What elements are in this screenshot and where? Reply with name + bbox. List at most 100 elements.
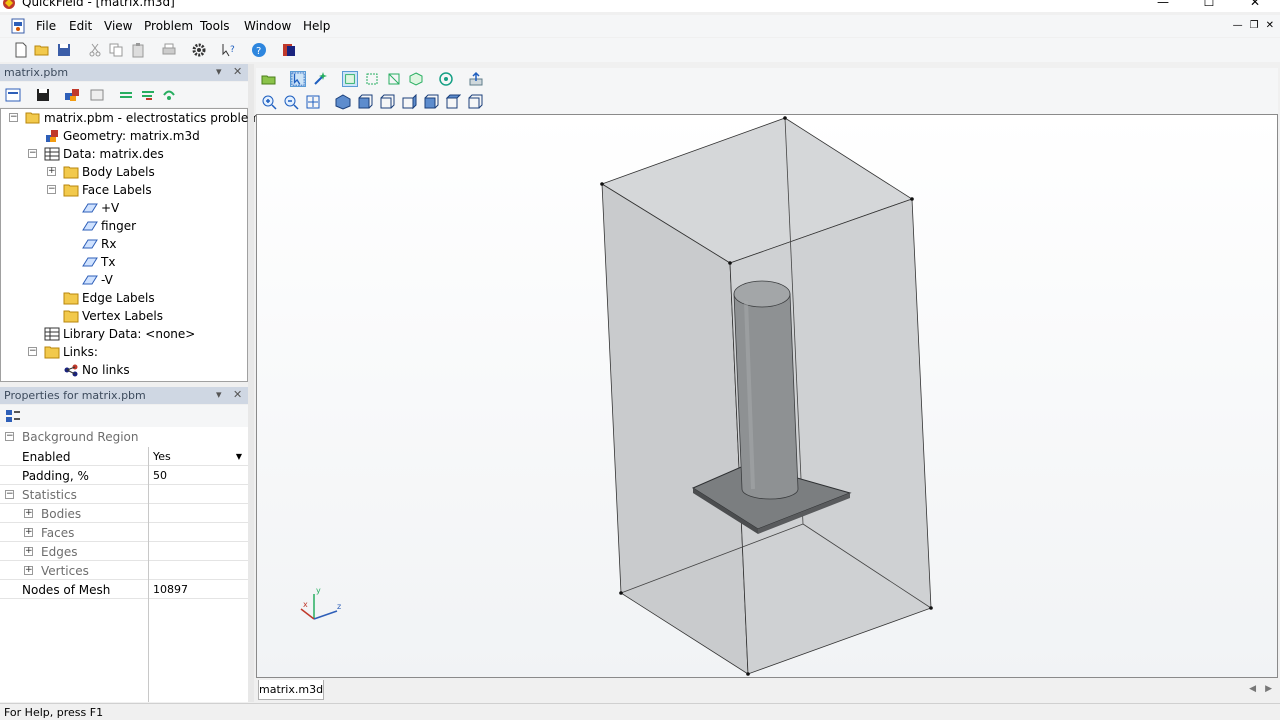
- properties-close-button[interactable]: ✕: [233, 388, 242, 401]
- select-pointer-icon[interactable]: [290, 71, 306, 87]
- panel-splitter[interactable]: [248, 64, 254, 702]
- tab-scroll-right-icon[interactable]: ▶: [1265, 684, 1272, 694]
- view-front-icon[interactable]: [357, 94, 373, 110]
- model-viewport[interactable]: y x z: [256, 114, 1278, 678]
- maximize-button[interactable]: ☐: [1186, 0, 1232, 11]
- equal-icon[interactable]: [118, 87, 134, 103]
- mdi-close-button[interactable]: ✕: [1266, 20, 1274, 31]
- save-icon[interactable]: [56, 42, 72, 58]
- prop-category-statistics[interactable]: − Statistics: [0, 485, 248, 504]
- tree-library-data[interactable]: Library Data: <none>: [44, 325, 195, 343]
- tree-face-rx[interactable]: Rx: [82, 235, 116, 253]
- save-problem-icon[interactable]: [35, 87, 51, 103]
- menu-tools[interactable]: Tools: [200, 19, 230, 33]
- prop-bodies[interactable]: + Bodies: [0, 504, 248, 523]
- tree-face-tx[interactable]: Tx: [82, 253, 115, 271]
- menu-window[interactable]: Window: [244, 19, 291, 33]
- paste-icon[interactable]: [130, 42, 146, 58]
- prop-padding[interactable]: Padding, % 50: [0, 466, 248, 485]
- export-icon[interactable]: [468, 71, 484, 87]
- prop-value[interactable]: Yes: [153, 450, 171, 463]
- tree-root[interactable]: matrix.pbm - electrostatics problem: [25, 109, 260, 127]
- expander-root[interactable]: −: [9, 113, 18, 122]
- properties-view-icon[interactable]: [5, 87, 21, 103]
- quickfield-link-icon[interactable]: [281, 42, 297, 58]
- view-back-icon[interactable]: [379, 94, 395, 110]
- dropdown-arrow-icon[interactable]: ▼: [232, 450, 246, 464]
- categorized-view-icon[interactable]: [5, 408, 21, 424]
- expand-icon[interactable]: +: [24, 528, 33, 537]
- prop-category-background[interactable]: − Background Region: [0, 427, 248, 446]
- tree-body-labels[interactable]: Body Labels: [63, 163, 155, 181]
- sort-icon[interactable]: [140, 87, 156, 103]
- tab-matrix-m3d[interactable]: matrix.m3d: [258, 680, 324, 700]
- menu-help[interactable]: Help: [303, 19, 330, 33]
- tree-face-finger[interactable]: finger: [82, 217, 136, 235]
- expander-data[interactable]: −: [28, 149, 37, 158]
- snap-target-icon[interactable]: [438, 71, 454, 87]
- expand-icon[interactable]: +: [24, 509, 33, 518]
- expand-icon[interactable]: +: [24, 547, 33, 556]
- prop-faces[interactable]: + Faces: [0, 523, 248, 542]
- view-iso-icon[interactable]: [335, 94, 351, 110]
- minimize-button[interactable]: —: [1140, 0, 1186, 11]
- expand-icon[interactable]: +: [24, 566, 33, 575]
- solve-icon[interactable]: [64, 87, 80, 103]
- select-bodies-icon[interactable]: [342, 71, 358, 87]
- tree-face-plus-v[interactable]: +V: [82, 199, 119, 217]
- tree-face-minus-v[interactable]: -V: [82, 271, 113, 289]
- prop-value[interactable]: 50: [153, 469, 167, 482]
- collapse-icon[interactable]: −: [5, 432, 14, 441]
- copy-icon[interactable]: [108, 42, 124, 58]
- context-help-icon[interactable]: ?: [221, 42, 237, 58]
- select-faces-icon[interactable]: [364, 71, 380, 87]
- tree-edge-labels[interactable]: Edge Labels: [63, 289, 155, 307]
- properties-dropdown-button[interactable]: ▾: [216, 388, 222, 401]
- tree-no-links[interactable]: No links: [63, 361, 130, 379]
- open-geometry-icon[interactable]: [261, 71, 277, 87]
- mdi-restore-button[interactable]: ❐: [1250, 20, 1259, 31]
- prop-nodes-of-mesh[interactable]: Nodes of Mesh 10897: [0, 580, 248, 599]
- view-top-icon[interactable]: [445, 94, 461, 110]
- zoom-to-fit-icon[interactable]: [305, 94, 321, 110]
- prop-edges[interactable]: + Edges: [0, 542, 248, 561]
- property-column-separator[interactable]: [148, 447, 149, 702]
- prop-enabled[interactable]: Enabled Yes ▼: [0, 447, 248, 466]
- menu-edit[interactable]: Edit: [69, 19, 92, 33]
- view-bottom-icon[interactable]: [467, 94, 483, 110]
- view-left-icon[interactable]: [401, 94, 417, 110]
- gear-icon[interactable]: [191, 42, 207, 58]
- new-file-icon[interactable]: [13, 42, 29, 58]
- expander-face-labels[interactable]: −: [47, 185, 56, 194]
- open-folder-icon[interactable]: [34, 42, 50, 58]
- menu-file[interactable]: File: [36, 19, 56, 33]
- tree-data[interactable]: Data: matrix.des: [44, 145, 164, 163]
- collapse-icon[interactable]: −: [5, 490, 14, 499]
- panel-dropdown-button[interactable]: ▾: [216, 65, 222, 78]
- expander-links[interactable]: −: [28, 347, 37, 356]
- zoom-in-icon[interactable]: [261, 94, 277, 110]
- panel-close-button[interactable]: ✕: [233, 65, 242, 78]
- cut-icon[interactable]: [87, 42, 103, 58]
- mdi-minimize-button[interactable]: —: [1233, 20, 1243, 31]
- view-right-icon[interactable]: [423, 94, 439, 110]
- tree-vertex-labels[interactable]: Vertex Labels: [63, 307, 163, 325]
- help-icon[interactable]: ?: [251, 42, 267, 58]
- magic-select-icon[interactable]: [312, 71, 328, 87]
- model-canvas[interactable]: y x z: [257, 115, 1277, 677]
- print-icon[interactable]: [161, 42, 177, 58]
- tree-geometry[interactable]: Geometry: matrix.m3d: [44, 127, 200, 145]
- tree-links[interactable]: Links:: [44, 343, 98, 361]
- analyze-icon[interactable]: [89, 87, 105, 103]
- select-vertices-icon[interactable]: [408, 71, 424, 87]
- select-edges-icon[interactable]: [386, 71, 402, 87]
- prop-vertices[interactable]: + Vertices: [0, 561, 248, 580]
- tree-face-labels[interactable]: Face Labels: [63, 181, 152, 199]
- zoom-out-icon[interactable]: [283, 94, 299, 110]
- tab-scroll-left-icon[interactable]: ◀: [1249, 684, 1256, 694]
- menu-view[interactable]: View: [104, 19, 132, 33]
- document-icon[interactable]: [10, 18, 26, 34]
- close-button[interactable]: ✕: [1232, 0, 1278, 11]
- menu-problem[interactable]: Problem: [144, 19, 193, 33]
- expander-body-labels[interactable]: +: [47, 167, 56, 176]
